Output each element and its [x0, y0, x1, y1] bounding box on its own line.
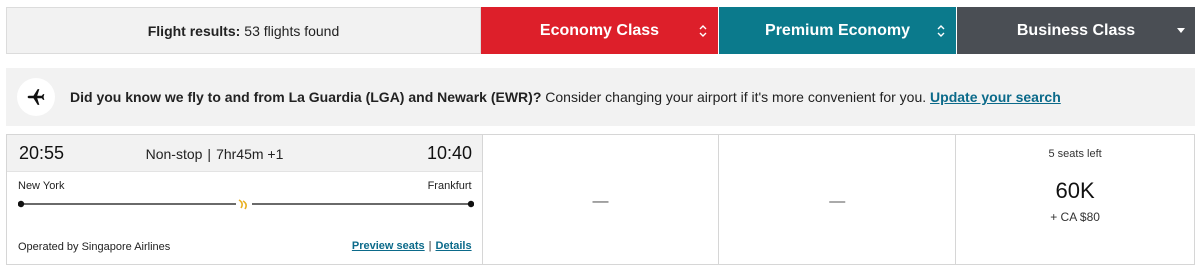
tab-business-label: Business Class: [1016, 21, 1136, 39]
duration-label: 7hr45m +1: [216, 146, 284, 162]
tab-economy-label: Economy Class: [539, 21, 660, 39]
fare-cell-premium-economy: —: [719, 135, 957, 264]
flight-links: Preview seats | Details: [352, 240, 472, 252]
route-line: [18, 197, 474, 211]
fare-cell-business[interactable]: 5 seats left 60K + CA $80: [956, 135, 1194, 264]
sort-icon: [937, 24, 945, 37]
flight-stops-duration: Non-stop | 7hr45m +1: [7, 146, 482, 162]
separator: |: [428, 240, 432, 252]
details-link[interactable]: Details: [436, 240, 472, 252]
tab-business-class[interactable]: Business Class: [957, 7, 1195, 54]
destination-city: Frankfurt: [427, 180, 472, 192]
itinerary-times-bar: 20:55 Non-stop | 7hr45m +1 10:40: [7, 135, 482, 172]
fare-cell-economy: —: [483, 135, 720, 264]
itinerary-cell: 20:55 Non-stop | 7hr45m +1 10:40 New York …: [7, 135, 483, 264]
arrival-time: 10:40: [426, 143, 472, 163]
flight-result-row: 20:55 Non-stop | 7hr45m +1 10:40 New York …: [6, 134, 1195, 265]
preview-seats-link[interactable]: Preview seats: [352, 240, 425, 252]
results-label: Flight results:: [147, 22, 241, 39]
results-count: 53 flights found: [244, 22, 340, 39]
unavailable-dash: —: [592, 192, 609, 210]
origin-city: New York: [18, 180, 65, 192]
caret-down-icon: [1177, 27, 1185, 33]
operated-by: Operated by Singapore Airlines: [18, 241, 171, 253]
fare-fee: + CA $80: [1050, 210, 1100, 224]
seats-left-label: 5 seats left: [1048, 148, 1102, 160]
tab-economy-class[interactable]: Economy Class: [481, 7, 718, 54]
airport-info-banner: Did you know we fly to and from La Guard…: [6, 68, 1195, 126]
banner-strong-text: Did you know we fly to and from La Guard…: [70, 89, 542, 105]
airplane-icon: [27, 89, 45, 105]
update-search-link[interactable]: Update your search: [930, 89, 1061, 105]
unavailable-dash: —: [829, 192, 846, 210]
stops-label: Non-stop: [145, 146, 203, 162]
airplane-icon-badge: [17, 78, 55, 116]
origin-dot: [18, 200, 25, 208]
banner-message: Did you know we fly to and from La Guard…: [70, 89, 1061, 105]
banner-text: Consider changing your airport if it's m…: [541, 89, 931, 105]
tab-premium-label: Premium Economy: [765, 21, 910, 39]
tab-premium-economy[interactable]: Premium Economy: [719, 7, 956, 54]
fare-points: 60K: [1055, 178, 1095, 203]
results-header: Flight results: 53 flights found Economy…: [6, 7, 1195, 54]
results-summary: Flight results: 53 flights found: [6, 7, 481, 54]
sort-icon: [699, 24, 707, 37]
separator: |: [207, 146, 212, 162]
destination-dot: [467, 200, 474, 208]
